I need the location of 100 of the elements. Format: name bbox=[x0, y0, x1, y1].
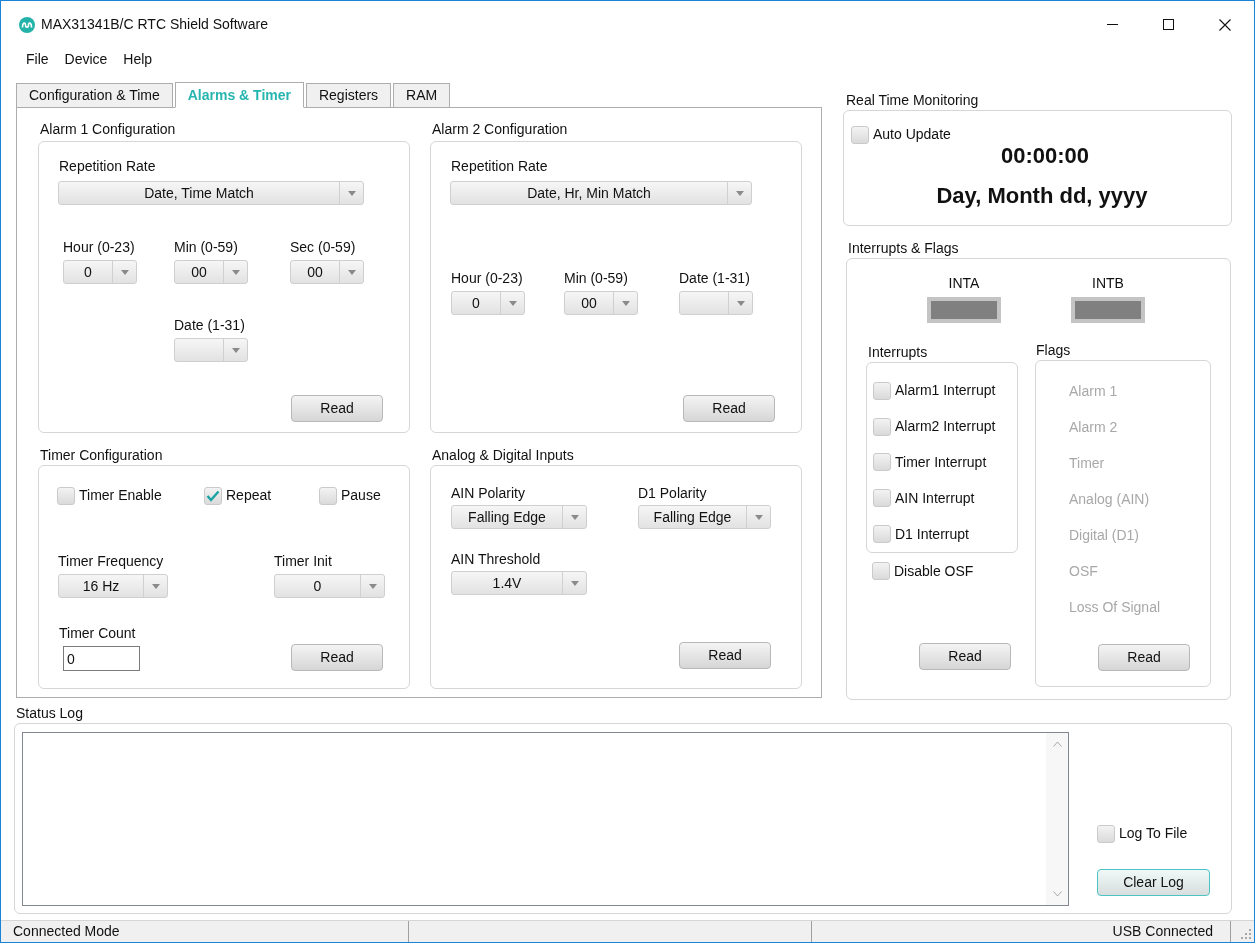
checkbox[interactable] bbox=[851, 125, 869, 144]
dropdown[interactable]: 1.4V bbox=[451, 571, 587, 595]
indicator-label: INTB bbox=[1092, 275, 1124, 292]
date-display: Day, Month dd, yyyy bbox=[936, 184, 1148, 208]
read-button[interactable]: Read bbox=[291, 644, 383, 671]
field-label: Timer Frequency bbox=[58, 553, 165, 570]
group-title: Alarm 1 Configuration bbox=[40, 121, 177, 138]
flag-label: OSF bbox=[1069, 561, 1098, 581]
field-label: AIN Polarity bbox=[451, 485, 526, 502]
caret-icon bbox=[570, 514, 579, 520]
tab[interactable]: Configuration & Time bbox=[16, 83, 173, 107]
group-title: Real Time Monitoring bbox=[846, 92, 980, 109]
group-title: Interrupts & Flags bbox=[848, 240, 960, 257]
checkbox[interactable] bbox=[204, 486, 222, 505]
checkbox[interactable] bbox=[873, 381, 891, 400]
field-label: Hour (0-23) bbox=[63, 239, 136, 256]
caret-icon bbox=[621, 300, 630, 306]
maximize-icon bbox=[1162, 19, 1174, 30]
group-title: Timer Configuration bbox=[40, 447, 164, 464]
dropdown[interactable]: 0 bbox=[274, 574, 385, 598]
time-display: 00:00:00 bbox=[1000, 144, 1090, 168]
dropdown[interactable]: Falling Edge bbox=[638, 505, 771, 529]
caret-icon bbox=[570, 580, 579, 586]
checkbox[interactable] bbox=[1097, 824, 1115, 843]
checkbox[interactable] bbox=[873, 525, 891, 544]
group-title: Alarm 2 Configuration bbox=[432, 121, 569, 138]
checkbox[interactable] bbox=[873, 489, 891, 508]
dropdown[interactable]: Falling Edge bbox=[451, 505, 587, 529]
menu-item[interactable]: Help bbox=[115, 48, 161, 70]
dropdown[interactable]: 0 bbox=[63, 260, 137, 284]
dropdown[interactable]: 0 bbox=[451, 291, 525, 315]
read-button[interactable]: Read bbox=[291, 395, 383, 422]
close-icon bbox=[1219, 18, 1231, 31]
checkbox-label: Timer Enable bbox=[79, 486, 162, 505]
checkbox-label: Disable OSF bbox=[894, 561, 974, 581]
caret-icon bbox=[347, 269, 356, 275]
dropdown[interactable]: 00 bbox=[564, 291, 638, 315]
tab[interactable]: RAM bbox=[393, 83, 451, 107]
field-label: AIN Threshold bbox=[451, 551, 542, 568]
read-button[interactable]: Read bbox=[1098, 644, 1190, 671]
menu-item[interactable]: Device bbox=[56, 48, 116, 70]
tab[interactable]: Registers bbox=[305, 83, 392, 107]
field-label: Date (1-31) bbox=[174, 317, 246, 334]
input-field[interactable]: 0 bbox=[63, 646, 140, 671]
checkbox[interactable] bbox=[319, 486, 337, 505]
dropdown[interactable]: 00 bbox=[174, 260, 248, 284]
menu-item[interactable]: File bbox=[18, 48, 57, 70]
caret-icon bbox=[120, 269, 129, 275]
group-title: Status Log bbox=[16, 705, 84, 722]
read-button[interactable]: Read bbox=[679, 642, 771, 669]
checkbox[interactable] bbox=[873, 453, 891, 472]
checkbox-label: Repeat bbox=[226, 486, 272, 505]
checkbox-label: Alarm1 Interrupt bbox=[895, 381, 996, 401]
status-text: Connected Mode bbox=[13, 922, 120, 941]
caret-icon bbox=[736, 300, 745, 306]
caret-icon bbox=[508, 300, 517, 306]
caret-icon bbox=[231, 269, 240, 275]
field-label: Timer Init bbox=[274, 553, 333, 570]
field-label: Min (0-59) bbox=[174, 239, 239, 256]
dropdown[interactable] bbox=[679, 291, 753, 315]
field-label: Repetition Rate bbox=[451, 158, 549, 175]
field-label: Repetition Rate bbox=[59, 158, 157, 175]
dropdown[interactable]: 16 Hz bbox=[58, 574, 168, 598]
checkbox[interactable] bbox=[872, 562, 890, 580]
read-button[interactable]: Read bbox=[919, 643, 1011, 670]
checkbox[interactable] bbox=[57, 486, 75, 505]
dropdown[interactable]: Date, Time Match bbox=[58, 181, 364, 205]
flag-label: Alarm 1 bbox=[1069, 381, 1118, 401]
field-label: Timer Count bbox=[59, 625, 137, 642]
field-label: Date (1-31) bbox=[679, 270, 751, 287]
clear-log-button[interactable]: Clear Log bbox=[1097, 869, 1210, 896]
dropdown[interactable] bbox=[174, 338, 248, 362]
field-label: Min (0-59) bbox=[564, 270, 629, 287]
checkbox-label: Alarm2 Interrupt bbox=[895, 417, 996, 437]
flag-label: Digital (D1) bbox=[1069, 525, 1139, 545]
group-title: Flags bbox=[1036, 342, 1072, 359]
dropdown[interactable]: Date, Hr, Min Match bbox=[450, 181, 752, 205]
checkbox-label: D1 Interrupt bbox=[895, 524, 969, 544]
checkmark-icon bbox=[206, 489, 220, 502]
checkbox-label: Timer Interrupt bbox=[895, 453, 987, 472]
flag-label: Timer bbox=[1069, 453, 1105, 473]
caret-icon bbox=[754, 514, 763, 520]
flag-label: Loss Of Signal bbox=[1069, 597, 1161, 617]
resize-grip-icon[interactable] bbox=[1241, 929, 1251, 939]
read-button[interactable]: Read bbox=[683, 395, 775, 422]
status-text: USB Connected bbox=[1112, 922, 1213, 941]
caret-icon bbox=[368, 583, 377, 589]
field-label: D1 Polarity bbox=[638, 485, 708, 502]
log-area[interactable] bbox=[22, 732, 1069, 906]
chevron-up-icon[interactable] bbox=[1052, 741, 1062, 747]
dropdown[interactable]: 00 bbox=[290, 260, 364, 284]
window-title: MAX31341B/C RTC Shield Software bbox=[41, 15, 268, 34]
caret-icon bbox=[231, 347, 240, 353]
caret-icon bbox=[347, 190, 356, 196]
flag-label: Alarm 2 bbox=[1069, 417, 1118, 437]
scrollbar[interactable] bbox=[1046, 733, 1068, 905]
chevron-down-icon[interactable] bbox=[1052, 891, 1062, 897]
checkbox[interactable] bbox=[873, 417, 891, 436]
field-label: Hour (0-23) bbox=[451, 270, 524, 287]
caret-icon bbox=[735, 190, 744, 196]
